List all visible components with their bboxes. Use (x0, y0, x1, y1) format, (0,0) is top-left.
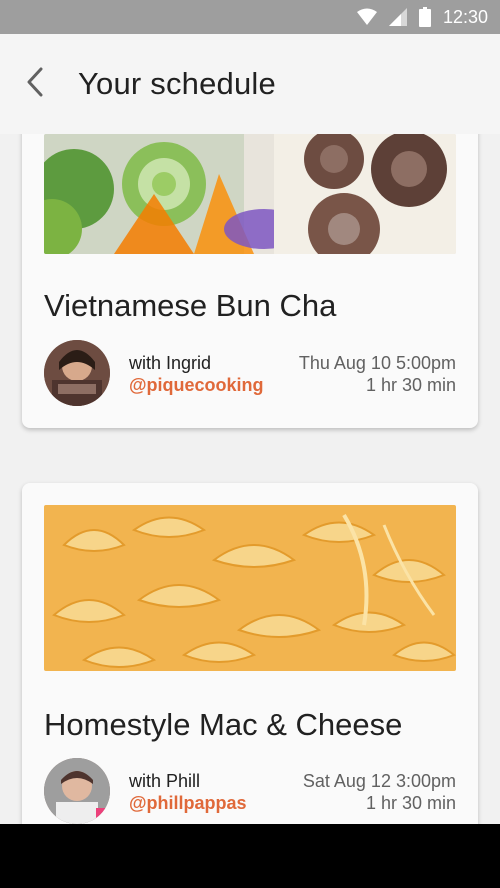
wifi-icon (356, 8, 377, 26)
class-datetime: Sat Aug 12 3:00pm (302, 771, 456, 791)
back-arrow-icon (24, 67, 46, 102)
status-time: 12:30 (442, 6, 488, 27)
class-schedule: Sat Aug 12 3:00pm 1 hr 30 min (303, 770, 456, 814)
class-duration: 1 hr 30 min (365, 375, 456, 395)
host-info: with Ingrid @piquecooking (129, 352, 264, 396)
class-schedule: Thu Aug 10 5:00pm 1 hr 30 min (299, 352, 456, 396)
class-meta: with Phill @phillpappas Sat Aug 12 3:00p… (44, 758, 456, 824)
schedule-list[interactable]: Vietnamese Bun Cha with Ingrid @piquecoo… (0, 134, 500, 824)
host-name: with Ingrid (129, 353, 212, 373)
system-nav-bar (0, 824, 500, 888)
class-card[interactable]: Homestyle Mac & Cheese with Phill @phill… (22, 483, 478, 824)
class-duration: 1 hr 30 min (365, 793, 456, 813)
host-avatar[interactable] (44, 758, 110, 824)
host-avatar[interactable] (44, 340, 110, 406)
status-bar: 12:30 (0, 0, 500, 34)
host-handle-link[interactable]: @piquecooking (129, 374, 264, 396)
class-card[interactable]: Vietnamese Bun Cha with Ingrid @piquecoo… (22, 134, 478, 428)
class-datetime: Thu Aug 10 5:00pm (298, 353, 456, 373)
host-info: with Phill @phillpappas (129, 770, 247, 814)
class-image (44, 134, 456, 254)
app-bar: Your schedule (0, 34, 500, 134)
page-title: Your schedule (78, 66, 276, 101)
signal-icon (388, 8, 407, 26)
class-title: Vietnamese Bun Cha (44, 288, 337, 323)
host-handle-link[interactable]: @phillpappas (129, 792, 247, 814)
class-title: Homestyle Mac & Cheese (44, 707, 403, 742)
class-meta: with Ingrid @piquecooking Thu Aug 10 5:0… (44, 340, 456, 408)
host-name: with Phill (129, 771, 201, 791)
battery-icon (418, 7, 431, 27)
class-image (44, 505, 456, 671)
back-button[interactable] (8, 57, 62, 111)
